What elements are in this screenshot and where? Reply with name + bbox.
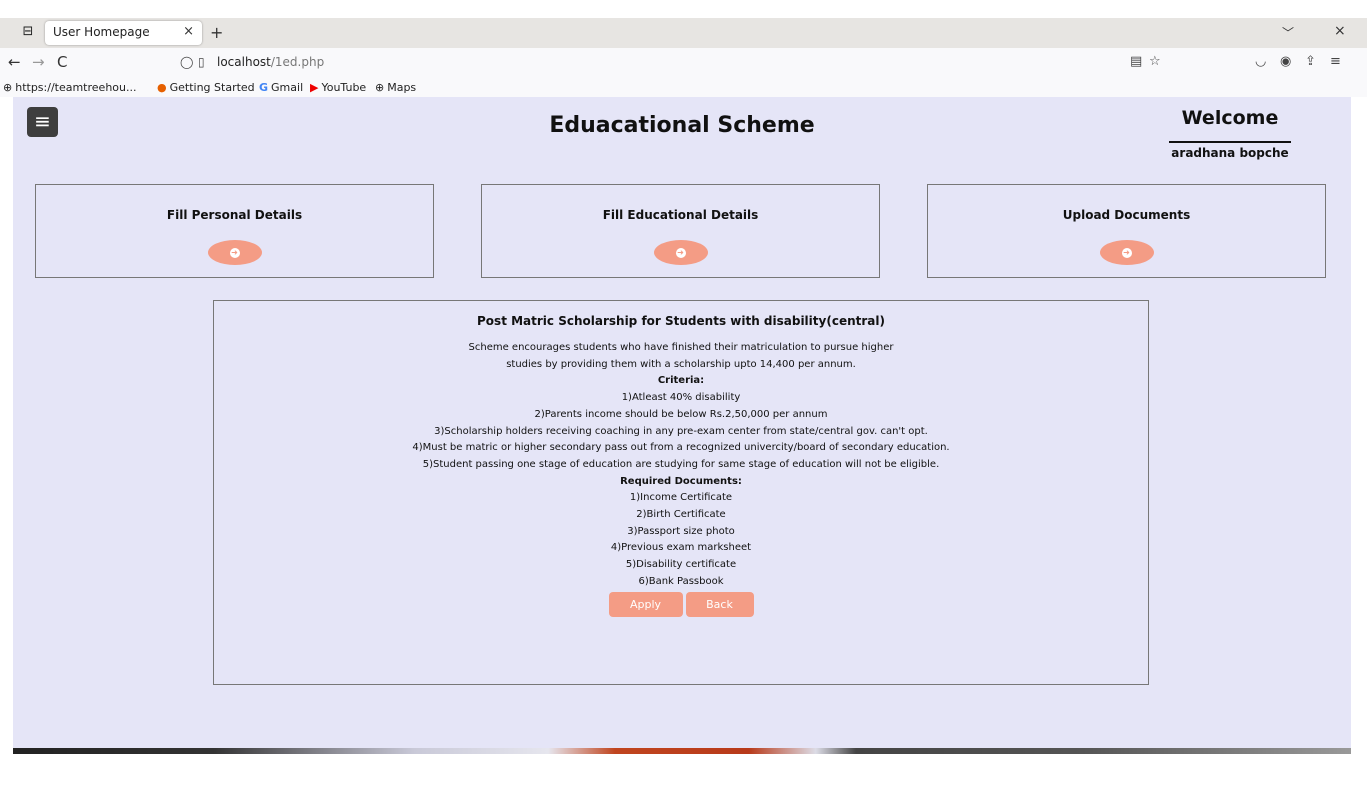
- bookmark-getting-started[interactable]: ● Getting Started: [157, 81, 255, 94]
- apply-button[interactable]: Apply: [608, 592, 683, 617]
- back-arrow-icon[interactable]: ←: [8, 53, 21, 71]
- bookmark-label: YouTube: [321, 81, 367, 94]
- firefox-icon: ●: [157, 81, 167, 94]
- scheme-details: Scheme encourages students who have fini…: [214, 340, 1148, 591]
- criteria-item: 2)Parents income should be below Rs.2,50…: [534, 408, 828, 420]
- tab-strip: ⊟ User Homepage × + ﹀ ×: [0, 18, 1367, 48]
- document-item: 2)Birth Certificate: [636, 509, 726, 521]
- tab-close-icon[interactable]: ×: [183, 24, 194, 39]
- url-host: localhost: [217, 55, 271, 69]
- scheme-description: Scheme encourages students who have fini…: [468, 342, 894, 353]
- card-title: Fill Personal Details: [166, 208, 303, 222]
- card-personal-details: Fill Personal Details ➜: [35, 184, 434, 278]
- pocket-icon[interactable]: ◡: [1255, 54, 1266, 69]
- card-title: Upload Documents: [1062, 208, 1191, 222]
- reload-icon[interactable]: C: [57, 53, 67, 71]
- username: aradhana bopche: [1171, 146, 1289, 160]
- criteria-item: 1)Atleast 40% disability: [621, 392, 741, 404]
- welcome-heading: Welcome: [1181, 107, 1279, 129]
- page-content: ≡ Eduacational Scheme Welcome aradhana b…: [13, 97, 1351, 748]
- window-close-icon[interactable]: ×: [1334, 23, 1346, 39]
- upload-documents-go-button[interactable]: ➜: [1099, 240, 1154, 265]
- globe-icon: ⊕: [3, 81, 13, 94]
- bookmark-gmail[interactable]: G Gmail: [259, 81, 303, 94]
- scheme-panel: Post Matric Scholarship for Students wit…: [213, 300, 1149, 685]
- bookmark-label: Maps: [387, 81, 417, 94]
- chevron-down-icon[interactable]: ﹀: [1282, 24, 1294, 41]
- bookmark-label: Gmail: [271, 81, 304, 94]
- youtube-icon: ▶: [310, 81, 319, 94]
- bookmark-maps[interactable]: ⊕ Maps: [375, 81, 416, 94]
- card-upload-documents: Upload Documents ➜: [927, 184, 1326, 278]
- url-bar[interactable]: localhost/1ed.php: [217, 55, 324, 69]
- back-button[interactable]: Back: [685, 592, 754, 617]
- card-title: Fill Educational Details: [602, 208, 759, 222]
- welcome-divider: [1169, 141, 1291, 143]
- arrow-right-icon: ➜: [675, 248, 686, 258]
- arrow-right-icon: ➜: [229, 248, 240, 258]
- scheme-description: studies by providing them with a scholar…: [506, 358, 856, 370]
- url-path: /1ed.php: [270, 55, 325, 69]
- forward-arrow-icon[interactable]: →: [32, 53, 45, 71]
- menu-icon[interactable]: ≡: [1330, 54, 1341, 69]
- criteria-item: 5)Student passing one stage of education…: [422, 458, 940, 470]
- star-icon[interactable]: ☆: [1149, 54, 1161, 69]
- document-item: 6)Bank Passbook: [638, 575, 724, 587]
- criteria-heading: Criteria:: [657, 375, 705, 387]
- navigation-bar: ← → C ◯ ▯ localhost/1ed.php ▤ ☆ ◡ ◉ ⇪ ≡: [0, 48, 1367, 78]
- bookmark-label: https://teamtreehou...: [15, 81, 137, 94]
- document-item: 3)Passport size photo: [627, 525, 735, 537]
- bookmarks-bar: ⊕ https://teamtreehou... ● Getting Started…: [0, 78, 1367, 97]
- personal-details-go-button[interactable]: ➜: [207, 240, 262, 265]
- new-tab-button[interactable]: +: [210, 23, 223, 42]
- card-educational-details: Fill Educational Details ➜: [481, 184, 880, 278]
- criteria-item: 4)Must be matric or higher secondary pas…: [412, 442, 950, 454]
- account-icon[interactable]: ◉: [1280, 54, 1291, 69]
- tab-list-icon[interactable]: ⊟: [20, 24, 36, 40]
- extensions-icon[interactable]: ⇪: [1305, 54, 1316, 69]
- page-title: Eduacational Scheme: [549, 113, 815, 138]
- educational-details-go-button[interactable]: ➜: [653, 240, 708, 265]
- bookmark-youtube[interactable]: ▶ YouTube: [310, 81, 366, 94]
- gmail-icon: G: [259, 81, 269, 94]
- page-icon: ▯: [198, 55, 205, 69]
- globe-icon: ⊕: [375, 81, 385, 94]
- documents-heading: Required Documents:: [620, 475, 742, 487]
- document-item: 1)Income Certificate: [629, 492, 733, 504]
- tab-user-homepage[interactable]: User Homepage ×: [45, 21, 202, 45]
- background-image-strip: [13, 748, 1351, 754]
- shield-icon[interactable]: ◯: [180, 55, 193, 69]
- bookmark-teamtreehouse[interactable]: ⊕ https://teamtreehou...: [3, 81, 136, 94]
- reader-view-icon[interactable]: ▤: [1130, 54, 1142, 69]
- scheme-title: Post Matric Scholarship for Students wit…: [477, 314, 885, 328]
- document-item: 5)Disability certificate: [625, 559, 737, 571]
- tab-title: User Homepage: [53, 25, 150, 39]
- bookmark-label: Getting Started: [169, 81, 255, 94]
- criteria-item: 3)Scholarship holders receiving coaching…: [434, 425, 928, 437]
- document-item: 4)Previous exam marksheet: [610, 542, 752, 554]
- action-buttons: Apply Back: [214, 592, 1148, 617]
- arrow-right-icon: ➜: [1121, 248, 1132, 258]
